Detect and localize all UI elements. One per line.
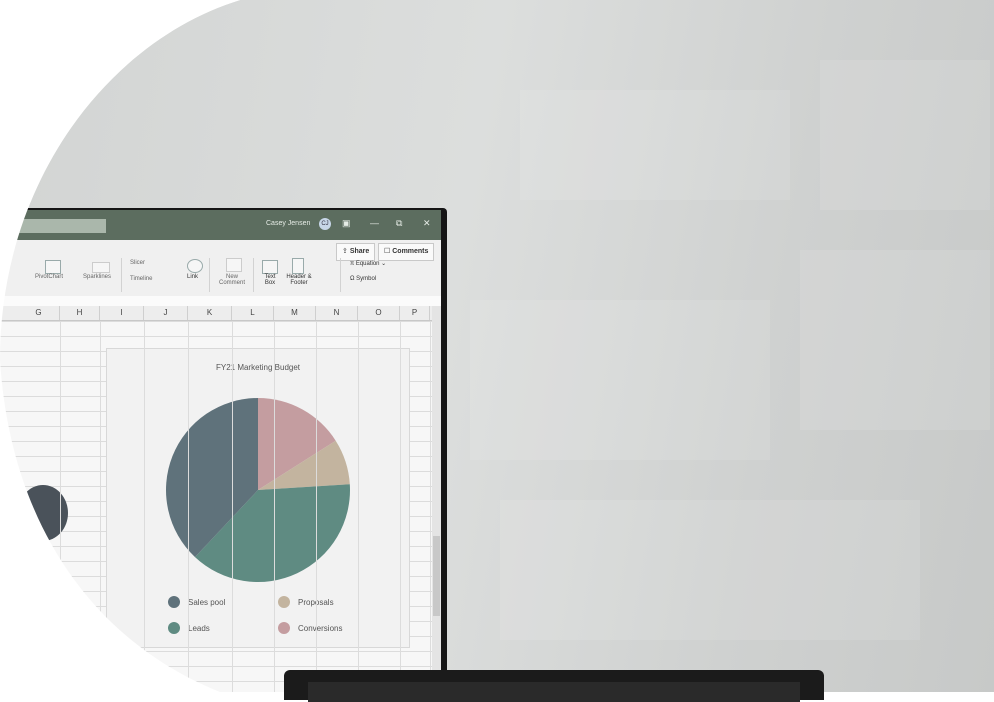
- pivotchart-icon[interactable]: [45, 260, 61, 274]
- comments-button[interactable]: ☐ Comments: [378, 243, 435, 261]
- comments-label: Comments: [392, 248, 429, 255]
- minimize-icon[interactable]: —: [370, 218, 379, 228]
- legend-swatch-proposals: [278, 596, 290, 608]
- ribbon-item-sparklines[interactable]: Sparklines: [83, 274, 111, 280]
- header-footer-icon[interactable]: [292, 258, 304, 274]
- column-header-i[interactable]: I: [100, 306, 144, 320]
- pie-svg: [166, 398, 350, 582]
- column-header-l[interactable]: L: [232, 306, 274, 320]
- ribbon-item-header-footer[interactable]: Header & Footer: [282, 274, 316, 286]
- wall-brick: [470, 300, 770, 460]
- ribbon-item-link[interactable]: Link: [187, 274, 198, 280]
- vertical-scrollbar[interactable]: [432, 306, 441, 692]
- link-icon[interactable]: [187, 259, 203, 273]
- ribbon-item-text-box[interactable]: Text Box: [260, 274, 280, 286]
- grid-column-line: [400, 321, 401, 692]
- ribbon-separator: [340, 258, 341, 292]
- close-icon[interactable]: ✕: [423, 218, 431, 229]
- pie-chart[interactable]: FY21 Marketing Budget Sales pool Proposa…: [106, 348, 410, 648]
- share-icon: ⇪: [342, 248, 350, 255]
- share-label: Share: [349, 248, 370, 255]
- legend-swatch-sales-pool: [168, 596, 180, 608]
- grid-column-line: [232, 321, 233, 692]
- ribbon-display-icon[interactable]: ▣: [342, 218, 351, 229]
- ribbon-separator: [121, 258, 122, 292]
- column-header-n[interactable]: N: [316, 306, 358, 320]
- column-header-o[interactable]: O: [358, 306, 400, 320]
- grid-column-line: [316, 321, 317, 692]
- wall-brick: [820, 60, 990, 210]
- column-header-m[interactable]: M: [274, 306, 316, 320]
- user-avatar[interactable]: CJ: [319, 218, 331, 230]
- ribbon-separator: [209, 258, 210, 292]
- column-header-row: GHIJKLMNOP: [0, 306, 441, 321]
- column-header-p[interactable]: P: [400, 306, 430, 320]
- title-bar: Casey Jensen CJ ▣ — ⧉ ✕: [0, 210, 441, 240]
- column-header-h[interactable]: H: [60, 306, 100, 320]
- ribbon-item-slicer[interactable]: Slicer: [130, 260, 145, 266]
- grid-column-line: [358, 321, 359, 692]
- restore-icon[interactable]: ⧉: [396, 218, 402, 229]
- laptop: [284, 670, 824, 702]
- legend-label-leads: Leads: [188, 624, 210, 633]
- symbol-label: Symbol: [356, 276, 377, 282]
- ribbon-item-pivotchart[interactable]: PivotChart: [35, 274, 63, 280]
- new-comment-icon[interactable]: [226, 258, 242, 272]
- sparklines-icon[interactable]: [92, 262, 110, 273]
- wall-brick: [800, 250, 990, 430]
- ribbon: ⇪ Share ☐ Comments a PivotChart Sparklin…: [0, 240, 441, 297]
- comment-icon: ☐: [384, 248, 393, 255]
- scrollbar-thumb[interactable]: [433, 536, 440, 616]
- legend-swatch-conversions: [278, 622, 290, 634]
- legend-label-conversions: Conversions: [298, 624, 343, 633]
- share-button[interactable]: ⇪ Share: [336, 243, 376, 261]
- equation-label: Equation: [355, 261, 380, 267]
- column-header-g[interactable]: G: [18, 306, 60, 320]
- grid-column-line: [430, 321, 431, 692]
- column-header-j[interactable]: J: [144, 306, 188, 320]
- legend-label-sales-pool: Sales pool: [188, 598, 226, 607]
- wall-brick: [520, 90, 790, 200]
- ribbon-item-symbol[interactable]: Ω Symbol: [350, 276, 376, 282]
- ribbon-item-equation[interactable]: π Equation ⌄: [350, 260, 386, 267]
- ribbon-separator: [253, 258, 254, 292]
- user-name: Casey Jensen: [266, 220, 311, 227]
- ribbon-item-new-comment[interactable]: New Comment: [216, 274, 248, 286]
- grid-column-line: [188, 321, 189, 692]
- column-header-k[interactable]: K: [188, 306, 232, 320]
- text-box-icon[interactable]: [262, 260, 278, 274]
- grid-column-line: [144, 321, 145, 692]
- wall-brick: [500, 500, 920, 640]
- laptop-screen: [308, 682, 800, 702]
- grid-column-line: [274, 321, 275, 692]
- ribbon-item-timeline[interactable]: Timeline: [130, 276, 152, 282]
- legend-swatch-leads: [168, 622, 180, 634]
